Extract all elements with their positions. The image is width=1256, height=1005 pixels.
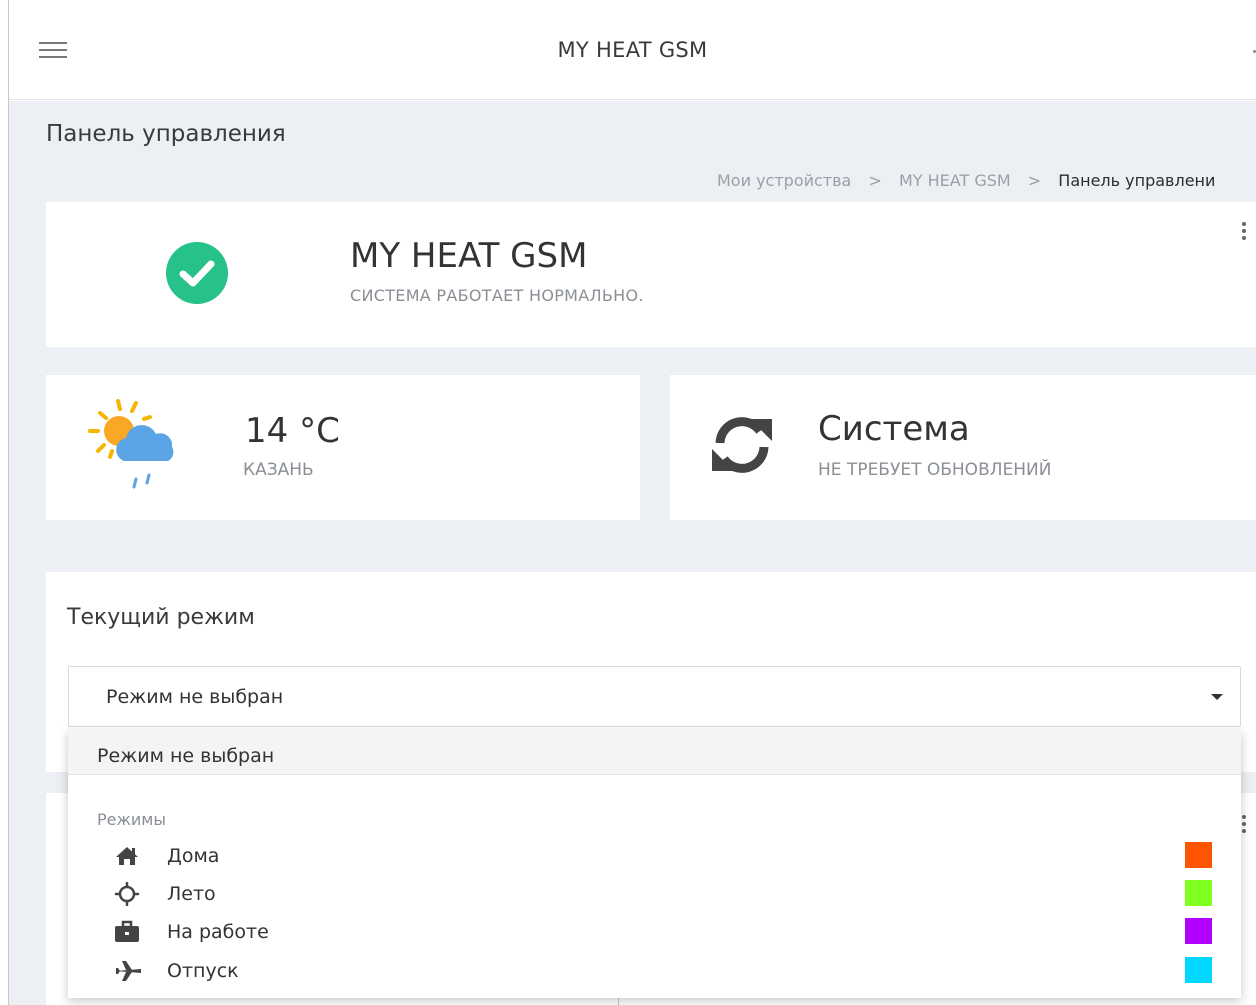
sun-outline-icon — [114, 881, 140, 907]
weather-city: КАЗАНЬ — [243, 460, 314, 480]
system-title: Система — [818, 409, 970, 449]
breadcrumb-item-device[interactable]: MY HEAT GSM — [899, 171, 1011, 190]
dropdown-option-work[interactable]: На работе — [68, 913, 1241, 951]
option-label: Лето — [167, 883, 216, 905]
briefcase-icon — [114, 920, 140, 944]
breadcrumb: Мои устройства > MY HEAT GSM > Панель уп… — [717, 171, 1215, 190]
mode-select-value: Режим не выбран — [106, 686, 284, 708]
device-status-card: MY HEAT GSM СИСТЕМА РАБОТАЕТ НОРМАЛЬНО. — [46, 202, 1256, 347]
weather-card: 14 °C КАЗАНЬ — [46, 375, 640, 520]
home-icon — [114, 844, 140, 868]
airplane-icon — [114, 959, 141, 983]
app-bar: MY HEAT GSM — [9, 0, 1256, 100]
temperature-value: 14 °C — [245, 411, 340, 451]
breadcrumb-separator: > — [868, 171, 882, 190]
system-update-card: Система НЕ ТРЕБУЕТ ОБНОВЛЕНИЙ — [670, 375, 1256, 520]
system-update-status: НЕ ТРЕБУЕТ ОБНОВЛЕНИЙ — [818, 460, 1052, 480]
app-title: MY HEAT GSM — [557, 38, 708, 62]
color-swatch — [1185, 842, 1212, 868]
chevron-down-icon — [1211, 694, 1223, 700]
breadcrumb-separator: > — [1027, 171, 1042, 190]
color-swatch — [1185, 880, 1212, 906]
dropdown-option-home[interactable]: Дома — [68, 837, 1241, 875]
page-title: Панель управления — [46, 121, 286, 147]
kebab-menu-icon[interactable] — [1242, 222, 1246, 243]
dropdown-option-none[interactable]: Режим не выбран — [68, 730, 1241, 775]
dropdown-group-label: Режимы — [97, 810, 167, 829]
option-label: На работе — [167, 921, 269, 943]
dropdown-option-summer[interactable]: Лето — [68, 875, 1241, 913]
kebab-menu-icon[interactable] — [1242, 815, 1246, 836]
mode-dropdown-menu: Режим не выбран Режимы Дома Лето На рабо… — [68, 730, 1241, 998]
device-status-message: СИСТЕМА РАБОТАЕТ НОРМАЛЬНО. — [350, 286, 644, 305]
option-label: Дома — [167, 845, 220, 867]
dropdown-option-vacation[interactable]: Отпуск — [68, 952, 1241, 990]
breadcrumb-item-current: Панель управлени — [1058, 171, 1216, 190]
dropdown-option-label: Режим не выбран — [97, 745, 275, 767]
mode-select[interactable]: Режим не выбран — [68, 666, 1241, 727]
option-label: Отпуск — [167, 960, 239, 982]
check-circle-icon — [166, 242, 228, 304]
sun-cloud-rain-icon — [86, 397, 178, 499]
device-name: MY HEAT GSM — [350, 236, 588, 276]
sync-icon — [710, 413, 774, 481]
breadcrumb-item-devices[interactable]: Мои устройства — [717, 171, 851, 190]
current-mode-label: Текущий режим — [67, 605, 255, 630]
color-swatch — [1185, 957, 1212, 983]
color-swatch — [1185, 918, 1212, 944]
